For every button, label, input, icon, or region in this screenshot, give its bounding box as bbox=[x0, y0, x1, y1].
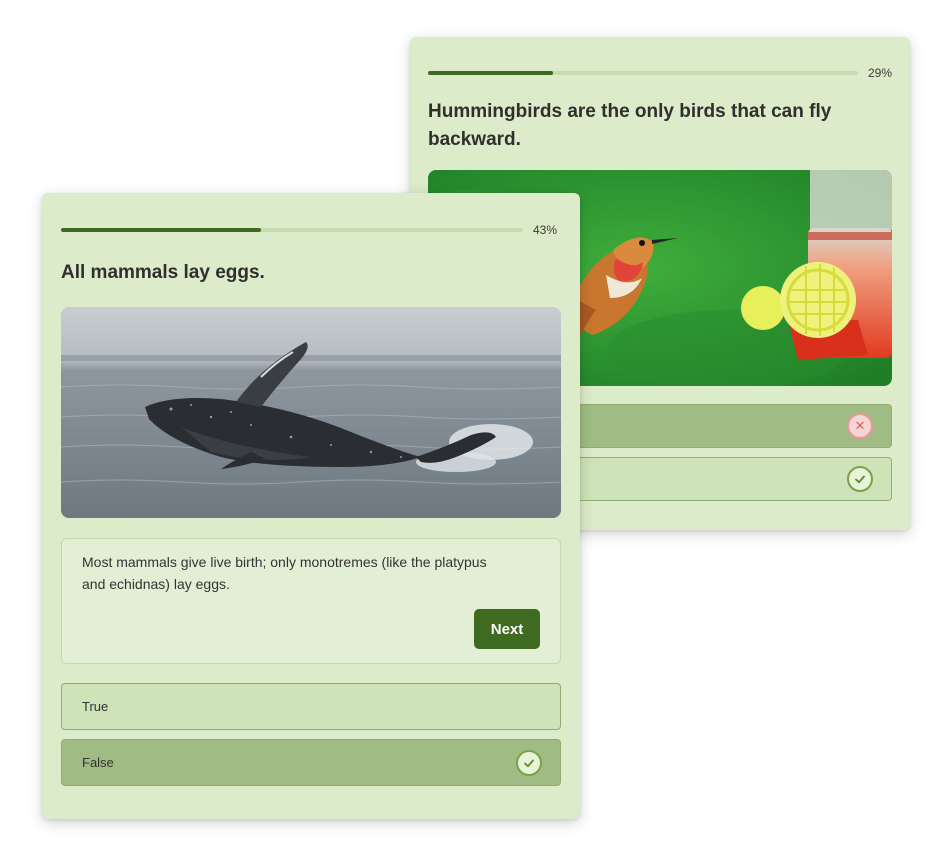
check-icon bbox=[516, 749, 542, 776]
check-icon bbox=[847, 466, 873, 492]
progress-track bbox=[428, 71, 858, 75]
progress-fill bbox=[428, 71, 553, 75]
progress-bar: 29% bbox=[428, 66, 892, 80]
answer-option-false[interactable]: False bbox=[61, 739, 561, 786]
progress-bar: 43% bbox=[61, 223, 557, 237]
progress-fill bbox=[61, 228, 261, 232]
question-image bbox=[61, 307, 561, 518]
x-icon: ✕ bbox=[847, 413, 873, 439]
quiz-card-front: 43% All mammals lay eggs. Most mammals g… bbox=[42, 193, 580, 819]
next-button[interactable]: Next bbox=[474, 609, 540, 649]
answer-option-true[interactable]: True bbox=[61, 683, 561, 730]
feedback-text: Most mammals give live birth; only monot… bbox=[82, 554, 487, 592]
question-text: Hummingbirds are the only birds that can… bbox=[428, 101, 832, 150]
progress-percent: 29% bbox=[868, 66, 893, 80]
progress-percent: 43% bbox=[533, 223, 558, 237]
option-label: True bbox=[82, 699, 109, 714]
whale-image bbox=[61, 307, 561, 518]
answer-feedback-panel: Most mammals give live birth; only monot… bbox=[61, 538, 561, 664]
progress-track bbox=[61, 228, 523, 232]
question-text: All mammals lay eggs. bbox=[61, 262, 265, 283]
option-label: False bbox=[82, 755, 114, 770]
